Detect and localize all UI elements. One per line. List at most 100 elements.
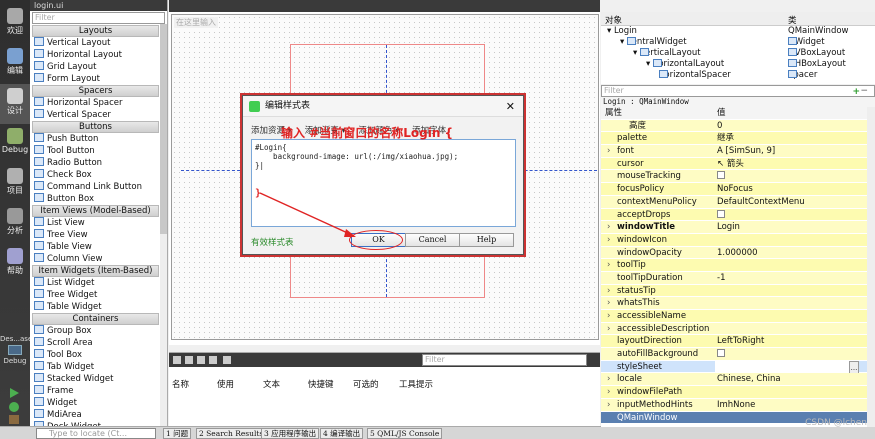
debug-run-icon[interactable] bbox=[9, 402, 19, 412]
add-property-icon[interactable]: + bbox=[852, 87, 860, 97]
property-filter-input[interactable]: Filter + − bbox=[601, 85, 875, 97]
expand-icon[interactable]: › bbox=[607, 399, 610, 411]
property-value[interactable] bbox=[717, 170, 725, 182]
widget-item[interactable]: Group Box bbox=[30, 325, 167, 337]
property-row[interactable]: mouseTracking bbox=[601, 170, 867, 184]
action-filter-input[interactable]: Filter bbox=[422, 354, 587, 366]
mode-debug[interactable]: Debug bbox=[0, 124, 30, 164]
paste-action-icon[interactable] bbox=[197, 356, 205, 364]
property-row[interactable]: toolTipDuration -1 bbox=[601, 271, 867, 285]
expand-icon[interactable]: › bbox=[607, 259, 610, 271]
object-tree-row[interactable]: ▾ horizontalLayout QHBoxLayout bbox=[601, 59, 875, 70]
checkbox[interactable] bbox=[717, 171, 725, 180]
property-row[interactable]: › whatsThis bbox=[601, 297, 867, 310]
expand-icon[interactable]: › bbox=[607, 386, 610, 398]
property-row[interactable]: › font A [SimSun, 9] bbox=[601, 145, 867, 158]
property-value[interactable]: A [SimSun, 9] bbox=[717, 145, 775, 157]
property-value[interactable]: 1.000000 bbox=[717, 247, 758, 259]
property-row[interactable]: › windowTitle Login bbox=[601, 221, 867, 234]
mode-analyze[interactable]: 分析 bbox=[0, 204, 30, 244]
copy-action-icon[interactable] bbox=[185, 356, 193, 364]
property-row[interactable]: 高度 0 bbox=[601, 119, 867, 133]
property-value[interactable]: 0 bbox=[717, 120, 722, 132]
widget-item[interactable]: Widget bbox=[30, 397, 167, 409]
file-tab[interactable]: login.ui bbox=[30, 0, 167, 11]
widget-item[interactable]: Push Button bbox=[30, 133, 167, 145]
app-output-pane[interactable]: 3 应用程序输出 bbox=[261, 428, 320, 439]
property-row[interactable]: cursor ↖ 箭头 bbox=[601, 157, 867, 171]
property-value[interactable]: Chinese, China bbox=[717, 373, 781, 385]
widget-item[interactable]: Tree Widget bbox=[30, 289, 167, 301]
widget-filter-input[interactable]: Filter bbox=[32, 12, 165, 24]
property-value[interactable] bbox=[717, 348, 725, 360]
widget-category[interactable]: Item Widgets (Item-Based) bbox=[32, 265, 159, 277]
object-tree-row[interactable]: ▾ Login QMainWindow bbox=[601, 26, 875, 37]
close-icon[interactable]: ✕ bbox=[506, 96, 515, 117]
widget-scrollbar-thumb[interactable] bbox=[160, 24, 167, 234]
widget-item[interactable]: List View bbox=[30, 217, 167, 229]
widget-item[interactable]: List Widget bbox=[30, 277, 167, 289]
menu-type-here[interactable]: 在这里输入 bbox=[174, 17, 218, 28]
delete-action-icon[interactable] bbox=[209, 356, 217, 364]
widget-item[interactable]: Tree View bbox=[30, 229, 167, 241]
widget-item[interactable]: Form Layout bbox=[30, 73, 167, 85]
expand-icon[interactable]: › bbox=[607, 297, 610, 309]
property-row[interactable]: › windowFilePath bbox=[601, 386, 867, 399]
remove-property-icon[interactable]: − bbox=[860, 86, 868, 96]
property-row[interactable]: styleSheet... bbox=[601, 360, 867, 375]
property-value[interactable] bbox=[715, 360, 849, 373]
property-row[interactable]: windowOpacity 1.000000 bbox=[601, 246, 867, 260]
expand-icon[interactable]: › bbox=[607, 323, 610, 335]
widget-category[interactable]: Spacers bbox=[32, 85, 159, 97]
property-value[interactable]: Login bbox=[717, 221, 740, 233]
property-value[interactable] bbox=[717, 209, 725, 221]
property-row[interactable]: layoutDirection LeftToRight bbox=[601, 335, 867, 349]
widget-category[interactable]: Item Views (Model-Based) bbox=[32, 205, 159, 217]
widget-item[interactable]: Tab Widget bbox=[30, 361, 167, 373]
qml-console-pane[interactable]: 5 QML/JS Console bbox=[367, 428, 443, 439]
property-row[interactable]: focusPolicy NoFocus bbox=[601, 183, 867, 196]
expand-icon[interactable]: › bbox=[607, 234, 610, 246]
widget-item[interactable]: MdiArea bbox=[30, 409, 167, 421]
property-value[interactable]: ImhNone bbox=[717, 399, 755, 411]
widget-item[interactable]: Button Box bbox=[30, 193, 167, 205]
property-row[interactable]: palette 继承 bbox=[601, 132, 867, 146]
widget-category[interactable]: Layouts bbox=[32, 25, 159, 37]
search-results-pane[interactable]: 2 Search Results bbox=[196, 428, 267, 439]
property-row[interactable]: › windowIcon bbox=[601, 233, 867, 247]
property-row[interactable]: › accessibleName bbox=[601, 310, 867, 323]
expand-icon[interactable]: › bbox=[607, 285, 610, 297]
widget-item[interactable]: Stacked Widget bbox=[30, 373, 167, 385]
expand-icon[interactable]: › bbox=[607, 145, 610, 157]
object-tree-row[interactable]: ▾ verticalLayout QVBoxLayout bbox=[601, 48, 875, 59]
checkbox[interactable] bbox=[717, 209, 725, 218]
cancel-button[interactable]: Cancel bbox=[405, 233, 460, 247]
new-action-icon[interactable] bbox=[173, 356, 181, 364]
widget-item[interactable]: Vertical Layout bbox=[30, 37, 167, 49]
issues-pane[interactable]: 1 问题 bbox=[163, 428, 192, 439]
mode-welcome[interactable]: 欢迎 bbox=[0, 4, 30, 44]
property-row[interactable]: acceptDrops bbox=[601, 208, 867, 222]
object-tree-row[interactable]: ▾ centralWidget QWidget bbox=[601, 37, 875, 48]
widget-item[interactable]: Frame bbox=[30, 385, 167, 397]
checkbox[interactable] bbox=[717, 349, 725, 358]
property-row[interactable]: › toolTip bbox=[601, 259, 867, 272]
widget-category[interactable]: Containers bbox=[32, 313, 159, 325]
object-tree-row[interactable]: horizontalSpacer Spacer bbox=[601, 70, 875, 81]
run-icon[interactable] bbox=[10, 388, 19, 398]
property-value[interactable]: -1 bbox=[717, 272, 725, 284]
property-row[interactable]: › accessibleDescription bbox=[601, 322, 867, 336]
expand-icon[interactable]: › bbox=[607, 373, 610, 385]
widget-item[interactable]: Grid Layout bbox=[30, 61, 167, 73]
widget-item[interactable]: Horizontal Layout bbox=[30, 49, 167, 61]
property-row[interactable]: contextMenuPolicy DefaultContextMenu bbox=[601, 195, 867, 209]
mode-design[interactable]: 设计 bbox=[0, 84, 30, 124]
widget-item[interactable]: Scroll Area bbox=[30, 337, 167, 349]
widget-item[interactable]: Radio Button bbox=[30, 157, 167, 169]
widget-item[interactable]: Table View bbox=[30, 241, 167, 253]
widget-item[interactable]: Command Link Button bbox=[30, 181, 167, 193]
widget-item[interactable]: Tool Button bbox=[30, 145, 167, 157]
expand-icon[interactable]: › bbox=[607, 310, 610, 322]
widget-item[interactable]: Horizontal Spacer bbox=[30, 97, 167, 109]
property-row[interactable]: › inputMethodHints ImhNone bbox=[601, 398, 867, 412]
